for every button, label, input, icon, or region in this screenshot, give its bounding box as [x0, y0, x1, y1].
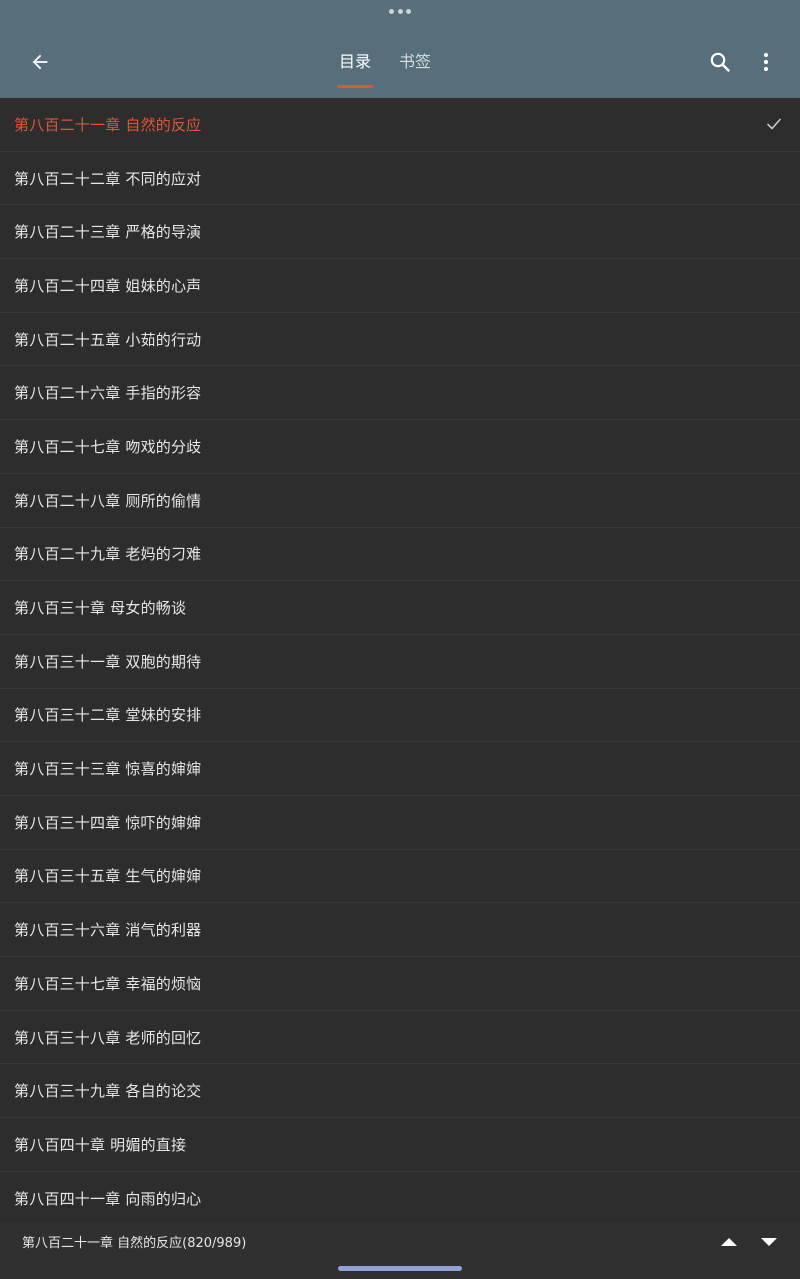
scroll-down-button[interactable]	[752, 1228, 786, 1256]
chapter-title: 第八百三十一章 双胞的期待	[14, 652, 202, 671]
tab-catalog-label: 目录	[339, 52, 372, 71]
chapter-item[interactable]: 第八百三十五章 生气的婶婶	[0, 850, 800, 904]
drag-handle[interactable]	[389, 9, 411, 15]
chapter-progress: (820/989)	[182, 1236, 247, 1251]
chapter-title: 第八百四十章 明媚的直接	[14, 1135, 187, 1154]
tab-catalog[interactable]: 目录	[325, 36, 385, 88]
chapter-item[interactable]: 第八百三十九章 各自的论交	[0, 1064, 800, 1119]
triangle-down-icon	[761, 1238, 777, 1246]
chapter-title: 第八百三十九章 各自的论交	[14, 1082, 202, 1101]
chapter-item[interactable]: 第八百二十二章 不同的应对	[0, 152, 800, 206]
chapter-title: 第八百三十二章 堂妹的安排	[14, 706, 202, 725]
more-options-button[interactable]	[748, 42, 784, 82]
top-app-bar: 目录 书签	[0, 0, 800, 98]
chapter-title: 第八百三十五章 生气的婶婶	[14, 867, 202, 886]
chapter-item[interactable]: 第八百二十六章 手指的形容	[0, 366, 800, 421]
chapter-list[interactable]: 第八百二十一章 自然的反应 第八百二十二章 不同的应对 第八百二十三章 严格的导演第…	[0, 98, 800, 1222]
chapter-title: 第八百二十二章 不同的应对	[14, 169, 202, 188]
chapter-title: 第八百二十九章 老妈的刁难	[14, 545, 202, 564]
chapter-title: 第八百二十六章 手指的形容	[14, 384, 202, 403]
back-button[interactable]	[18, 42, 62, 82]
more-vertical-icon	[763, 52, 769, 72]
scroll-up-button[interactable]	[712, 1228, 746, 1256]
chapter-item[interactable]: 第八百二十七章 吻戏的分歧	[0, 420, 800, 474]
chapter-title: 第八百三十三章 惊喜的婶婶	[14, 760, 202, 779]
chapter-item[interactable]: 第八百三十二章 堂妹的安排	[0, 689, 800, 743]
tab-indicator	[337, 85, 374, 88]
check-icon	[767, 119, 781, 130]
chapter-title: 第八百三十八章 老师的回忆	[14, 1028, 202, 1047]
chapter-title: 第八百二十七章 吻戏的分歧	[14, 437, 202, 456]
chapter-item[interactable]: 第八百二十五章 小茹的行动	[0, 313, 800, 367]
chapter-title: 第八百三十七章 幸福的烦恼	[14, 974, 202, 993]
chapter-item[interactable]: 第八百四十章 明媚的直接	[0, 1118, 800, 1172]
chapter-title: 第八百二十一章 自然的反应	[14, 115, 202, 134]
current-chapter-status: 第八百二十一章 自然的反应(820/989)	[22, 1232, 246, 1251]
chapter-item[interactable]: 第八百二十一章 自然的反应	[0, 98, 800, 152]
chapter-item[interactable]: 第八百二十九章 老妈的刁难	[0, 528, 800, 582]
current-chapter-title: 第八百二十一章 自然的反应	[22, 1236, 183, 1251]
chapter-title: 第八百二十四章 姐妹的心声	[14, 276, 202, 295]
chapter-item[interactable]: 第八百三十八章 老师的回忆	[0, 1011, 800, 1065]
chapter-item[interactable]: 第八百三十三章 惊喜的婶婶	[0, 742, 800, 796]
chapter-item[interactable]: 第八百二十三章 严格的导演	[0, 205, 800, 260]
chapter-title: 第八百二十三章 严格的导演	[14, 223, 202, 242]
chapter-title: 第八百四十一章 向雨的归心	[14, 1189, 202, 1208]
arrow-left-icon	[32, 54, 48, 70]
chapter-title: 第八百三十四章 惊吓的婶婶	[14, 813, 202, 832]
chapter-item[interactable]: 第八百三十章 母女的畅谈	[0, 581, 800, 635]
chapter-title: 第八百三十六章 消气的利器	[14, 921, 202, 940]
chapter-item[interactable]: 第八百三十六章 消气的利器	[0, 903, 800, 957]
chapter-item[interactable]: 第八百二十四章 姐妹的心声	[0, 259, 800, 313]
chapter-item[interactable]: 第八百四十一章 向雨的归心	[0, 1172, 800, 1222]
chapter-item[interactable]: 第八百二十八章 厕所的偷情	[0, 474, 800, 528]
chapter-item[interactable]: 第八百三十一章 双胞的期待	[0, 635, 800, 689]
tab-bar: 目录 书签	[325, 36, 445, 92]
chapter-item[interactable]: 第八百三十四章 惊吓的婶婶	[0, 796, 800, 850]
chapter-title: 第八百二十八章 厕所的偷情	[14, 491, 202, 510]
triangle-up-icon	[721, 1238, 737, 1246]
search-icon	[710, 52, 730, 72]
tab-bookmarks[interactable]: 书签	[385, 36, 445, 88]
toc-screen: 目录 书签 第八百二十一章 自然的反应 第八百二十二章 不同的应对 第八百二十三章 …	[0, 0, 800, 1279]
chapter-title: 第八百二十五章 小茹的行动	[14, 330, 202, 349]
chapter-title: 第八百三十章 母女的畅谈	[14, 599, 187, 618]
tab-bookmarks-label: 书签	[399, 52, 432, 71]
home-indicator[interactable]	[338, 1266, 462, 1271]
search-button[interactable]	[700, 42, 740, 82]
chapter-item[interactable]: 第八百三十七章 幸福的烦恼	[0, 957, 800, 1011]
